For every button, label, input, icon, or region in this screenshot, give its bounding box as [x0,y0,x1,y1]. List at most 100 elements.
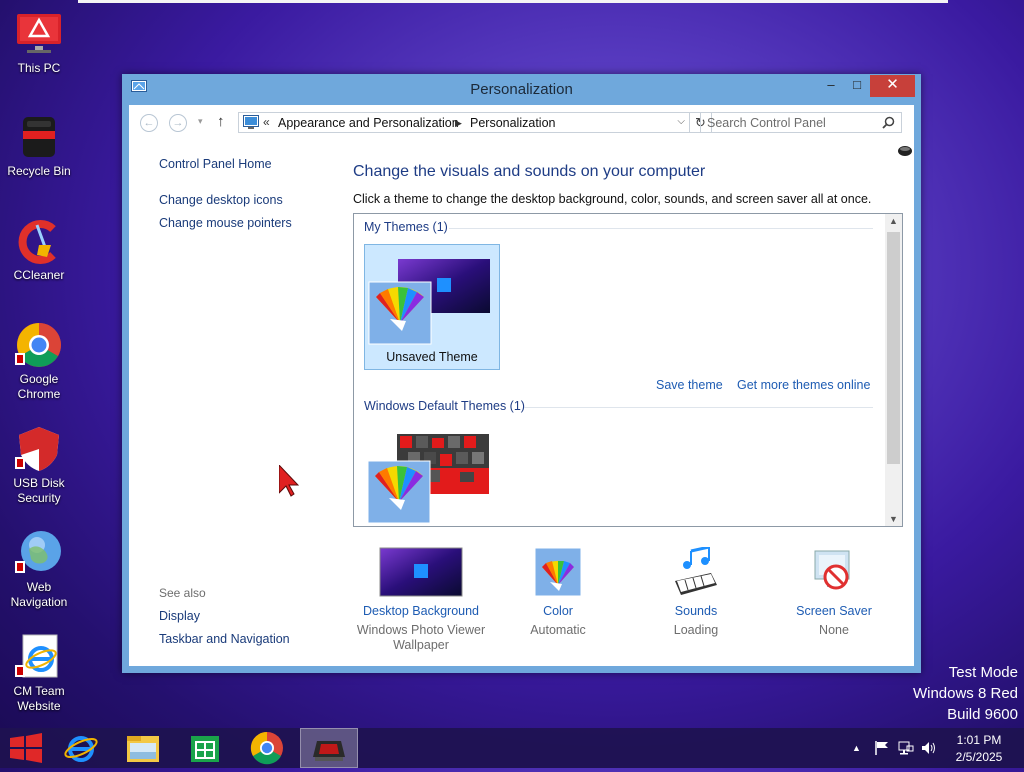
breadcrumb-personalization[interactable]: Personalization [470,116,555,130]
theme-list[interactable]: My Themes (1) Unsaved Theme Save theme G… [353,213,903,527]
ie-icon [15,633,63,681]
address-bar[interactable]: « Appearance and Personalization ▶ Perso… [238,112,690,133]
taskbar-internet-explorer[interactable] [53,728,109,768]
taskbar-store[interactable] [177,728,233,768]
my-themes-heading[interactable]: My Themes (1) [364,220,448,234]
address-dropdown-chevron-down-icon[interactable]: ⌵ [677,116,685,127]
breadcrumb-appearance-and-personalization[interactable]: Appearance and Personalization [278,116,459,130]
action-center-flag-icon[interactable] [874,740,890,756]
theme-name: Unsaved Theme [386,350,478,364]
group-divider [524,407,873,408]
theme-tile-windows-default[interactable] [364,424,500,526]
screen-saver-button[interactable]: Screen Saver None [764,547,904,638]
default-theme-preview [367,434,489,524]
watermark-line: Windows 8 Red [912,685,1018,702]
theme-list-scrollbar[interactable]: ▲ ▼ [885,214,902,526]
page-title: Change the visuals and sounds on your co… [353,163,706,180]
chrome-icon [15,321,63,369]
recent-locations-chevron-down-icon[interactable]: ▾ [198,116,203,127]
desktop-icon-chrome[interactable]: Google Chrome [4,321,74,402]
up-button[interactable]: ↑ [217,113,225,130]
chrome-icon [250,731,283,765]
screen-saver-label: Screen Saver [796,604,872,618]
sounds-label: Sounds [674,604,718,618]
desktop-background-value: Windows Photo Viewer Wallpaper [356,623,486,652]
desktop-icon-usb-disk-security[interactable]: USB Disk Security [4,425,74,506]
control-panel-home-link[interactable]: Control Panel Home [159,157,272,171]
clock-date: 2/5/2025 [955,750,1003,764]
volume-icon[interactable] [921,740,937,756]
taskbar-and-navigation-link[interactable]: Taskbar and Navigation [159,632,290,646]
change-mouse-pointers-link[interactable]: Change mouse pointers [159,216,292,230]
taskbar-personalization[interactable] [300,728,358,768]
taskbar-clock[interactable]: 1:01 PM 2/5/2025 [936,732,1022,766]
test-mode-watermark: Test Mode Windows 8 Red Build 9600 [913,662,1018,725]
forward-button[interactable]: → [169,114,187,132]
recycle-bin-icon [15,113,63,161]
show-hidden-icons-chevron-up-icon[interactable]: ▲ [852,743,861,753]
watermark-line: Test Mode [948,664,1018,681]
window-client-area: ← → ▾ ↑ « Appearance and Personalization… [129,105,914,666]
page-description: Click a theme to change the desktop back… [353,192,872,206]
scroll-up-arrow-icon[interactable]: ▲ [885,216,902,226]
this-pc-icon [15,10,63,58]
maximize-button[interactable]: □ [844,75,870,97]
desktop-icon-this-pc[interactable]: This PC [4,10,74,76]
ccleaner-icon [15,217,63,265]
desktop-icon-recycle-bin[interactable]: Recycle Bin [4,113,74,179]
unsaved-theme-preview [368,259,490,345]
desktop-icon-ccleaner[interactable]: CCleaner [4,217,74,283]
screen-saver-value: None [819,623,849,637]
scrollbar-thumb[interactable] [887,232,900,464]
desktop-icon-cm-team-website[interactable]: CM Team Website [4,633,74,714]
watermark-line: Build 9600 [947,706,1018,723]
network-icon[interactable] [898,740,914,756]
breadcrumb-separator-icon[interactable]: ▶ [455,118,462,129]
shield-icon [15,425,63,473]
search-box[interactable] [700,112,902,133]
personalization-icon [313,741,345,761]
navigation-bar: ← → ▾ ↑ « Appearance and Personalization… [129,105,914,139]
help-icon[interactable] [897,145,913,157]
sounds-button[interactable]: Sounds Loading [626,545,766,638]
breadcrumb-overflow[interactable]: « [263,115,270,129]
start-button[interactable] [0,728,56,768]
mouse-cursor-icon [279,465,299,497]
title-bar[interactable]: Personalization – □ ✕ [122,74,921,104]
get-more-themes-online-link[interactable]: Get more themes online [737,378,870,392]
control-panel-icon [243,115,259,130]
color-button[interactable]: Color Automatic [488,547,628,638]
theme-tile-unsaved-theme[interactable]: Unsaved Theme [364,244,500,370]
desktop-icon-label: CM Team Website [13,684,65,713]
search-input[interactable] [707,115,872,130]
clock-time: 1:01 PM [956,733,1002,747]
taskbar-chrome[interactable] [239,728,295,768]
sounds-icon [671,545,721,597]
desktop-icon-label: CCleaner [13,268,65,282]
minimize-button[interactable]: – [818,75,844,97]
close-button[interactable]: ✕ [870,75,915,97]
desktop-icon-label: Google Chrome [17,372,61,401]
search-icon[interactable] [882,116,895,129]
taskbar-file-explorer[interactable] [115,728,171,768]
desktop-icon-label: Recycle Bin [7,164,71,178]
sounds-value: Loading [673,623,719,637]
desktop-icon-web-navigation[interactable]: Web Navigation [4,529,74,610]
windows-default-themes-heading[interactable]: Windows Default Themes (1) [364,399,525,413]
save-theme-link[interactable]: Save theme [656,378,723,392]
desktop-background-icon [379,547,463,597]
color-icon [534,547,582,597]
desktop-background-label: Desktop Background [362,604,480,618]
display-link[interactable]: Display [159,609,200,623]
back-button[interactable]: ← [140,114,158,132]
desktop-icon-label: This PC [17,61,61,75]
store-icon [191,736,219,762]
top-window-strip [78,0,948,3]
personalization-window: Personalization – □ ✕ ← → ▾ ↑ « Appearan… [122,74,921,673]
scroll-down-arrow-icon[interactable]: ▼ [885,514,902,524]
globe-icon [15,529,63,577]
internet-explorer-icon [64,736,98,762]
desktop-background-button[interactable]: Desktop Background Windows Photo Viewer … [351,547,491,653]
change-desktop-icons-link[interactable]: Change desktop icons [159,193,283,207]
taskbar: ▲ 1:01 PM 2/5/2025 [0,728,1024,768]
